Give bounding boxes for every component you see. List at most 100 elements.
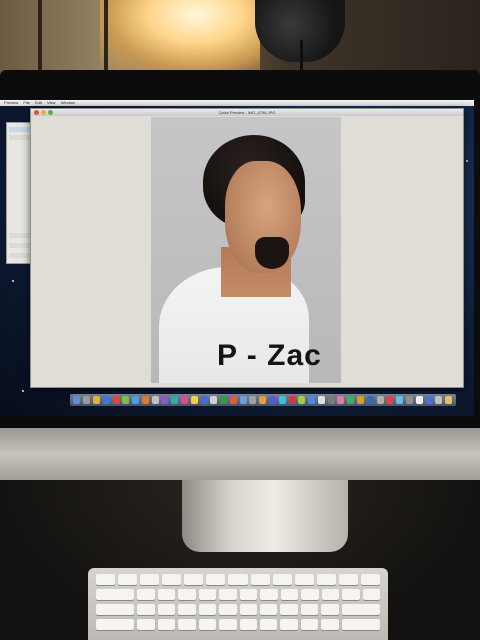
keyboard-key: [239, 589, 258, 600]
keyboard-key: [272, 574, 292, 585]
keyboard-key: [239, 619, 257, 630]
keyboard-key: [137, 589, 155, 600]
dock-app-icon[interactable]: [327, 396, 335, 404]
dock-app-icon[interactable]: [220, 396, 228, 404]
dock-app-icon[interactable]: [298, 396, 306, 404]
keyboard-key: [137, 604, 155, 615]
imac-chin: [0, 428, 480, 480]
keyboard-key: [294, 574, 314, 585]
dock-app-icon[interactable]: [190, 396, 198, 404]
menu-item[interactable]: Preview: [4, 100, 18, 105]
keyboard-key: [341, 604, 381, 615]
dock-app-icon[interactable]: [161, 396, 169, 404]
dock-app-icon[interactable]: [83, 396, 91, 404]
apple-logo-icon: [254, 440, 276, 466]
zoom-button[interactable]: [48, 110, 53, 115]
keyboard-key: [219, 589, 237, 600]
keyboard: [88, 568, 388, 640]
keyboard-key: [198, 619, 217, 630]
dock-app-icon[interactable]: [288, 396, 296, 404]
keyboard-row: [96, 619, 381, 630]
close-button[interactable]: [34, 110, 39, 115]
keyboard-key: [157, 589, 176, 600]
dock-app-icon[interactable]: [278, 396, 286, 404]
dock-app-icon[interactable]: [249, 396, 257, 404]
studio-light-glow: [100, 0, 260, 72]
keyboard-key: [178, 619, 196, 630]
keyboard-key: [316, 574, 336, 585]
keyboard-key: [219, 619, 237, 630]
keyboard-key: [96, 604, 135, 615]
keyboard-key: [157, 619, 176, 630]
dock: [70, 394, 456, 406]
dock-app-icon[interactable]: [151, 396, 159, 404]
dock-app-icon[interactable]: [347, 396, 355, 404]
keyboard-key: [301, 589, 319, 600]
dock-app-icon[interactable]: [141, 396, 149, 404]
dock-app-icon[interactable]: [435, 396, 443, 404]
dock-app-icon[interactable]: [317, 396, 325, 404]
menu-item[interactable]: Window: [61, 100, 75, 105]
keyboard-row: [96, 604, 381, 615]
dock-app-icon[interactable]: [102, 396, 110, 404]
dock-app-icon[interactable]: [415, 396, 423, 404]
keyboard-key: [259, 619, 278, 630]
dock-app-icon[interactable]: [366, 396, 374, 404]
shirt-print-text: P - Zac: [217, 339, 322, 372]
keyboard-key: [198, 604, 217, 615]
menu-bar: Preview File Edit View Window: [0, 100, 474, 106]
dock-app-icon[interactable]: [229, 396, 237, 404]
dock-app-icon[interactable]: [337, 396, 345, 404]
imac-screen: Preview File Edit View Window Quick Prev…: [0, 100, 474, 416]
dock-app-icon[interactable]: [239, 396, 247, 404]
dock-app-icon[interactable]: [445, 396, 453, 404]
keyboard-key: [96, 589, 135, 600]
keyboard-row: [96, 574, 381, 585]
keyboard-key: [184, 574, 204, 585]
minimize-button[interactable]: [41, 110, 46, 115]
keyboard-key: [321, 589, 340, 600]
dock-app-icon[interactable]: [357, 396, 365, 404]
keyboard-key: [250, 574, 270, 585]
menu-item[interactable]: View: [47, 100, 56, 105]
keyboard-key: [300, 619, 319, 630]
keyboard-key: [239, 604, 257, 615]
menu-item[interactable]: File: [23, 100, 29, 105]
menu-item[interactable]: Edit: [35, 100, 42, 105]
dock-app-icon[interactable]: [396, 396, 404, 404]
quick-look-window: Quick Preview - IMG_4756.JPG P - Zac: [30, 108, 464, 388]
keyboard-key: [300, 604, 319, 615]
dock-app-icon[interactable]: [405, 396, 413, 404]
dock-app-icon[interactable]: [180, 396, 188, 404]
keyboard-key: [137, 619, 155, 630]
dock-app-icon[interactable]: [376, 396, 384, 404]
keyboard-key: [259, 604, 278, 615]
window-titlebar[interactable]: Quick Preview - IMG_4756.JPG: [31, 109, 463, 116]
keyboard-key: [360, 574, 381, 585]
keyboard-key: [342, 589, 360, 600]
keyboard-key: [96, 619, 135, 630]
dock-app-icon[interactable]: [200, 396, 208, 404]
portrait-photo: P - Zac: [151, 117, 341, 383]
window-blind: [104, 0, 108, 72]
dock-app-icon[interactable]: [259, 396, 267, 404]
keyboard-key: [96, 574, 116, 585]
dock-app-icon[interactable]: [386, 396, 394, 404]
dock-app-icon[interactable]: [269, 396, 277, 404]
dock-app-icon[interactable]: [425, 396, 433, 404]
keyboard-key: [280, 604, 298, 615]
dock-app-icon[interactable]: [112, 396, 120, 404]
dock-app-icon[interactable]: [92, 396, 100, 404]
keyboard-key: [206, 574, 226, 585]
dock-app-icon[interactable]: [122, 396, 130, 404]
dock-app-icon[interactable]: [210, 396, 218, 404]
dock-app-icon[interactable]: [308, 396, 316, 404]
keyboard-key: [260, 589, 278, 600]
keyboard-key: [321, 604, 339, 615]
dock-app-icon[interactable]: [132, 396, 140, 404]
dock-app-icon[interactable]: [171, 396, 179, 404]
keyboard-key: [280, 619, 298, 630]
keyboard-key: [321, 619, 339, 630]
dock-app-icon[interactable]: [73, 396, 81, 404]
keyboard-key: [341, 619, 381, 630]
